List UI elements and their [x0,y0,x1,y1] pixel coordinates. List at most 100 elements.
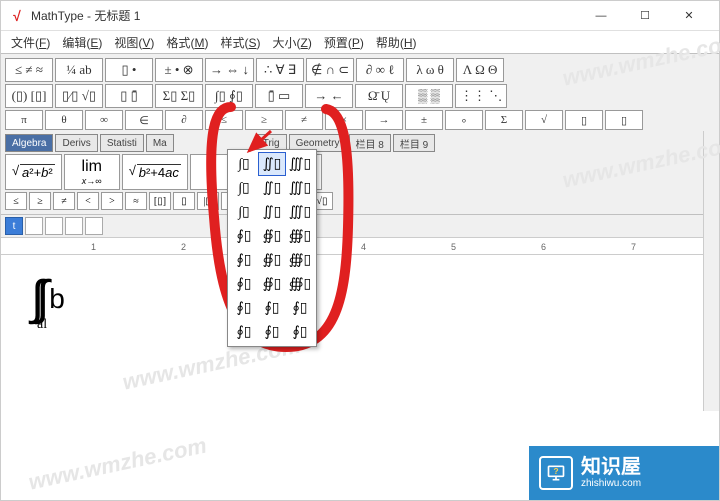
palette-relations[interactable]: ≤ ≠ ≈ [5,58,53,82]
tpl-quadratic[interactable]: b²+4ac [122,154,188,190]
int-opt[interactable]: ∫▯ [230,176,258,200]
minimize-button[interactable]: — [579,2,623,30]
menu-preferences[interactable]: 预置(P) [318,32,370,53]
int-opt[interactable]: ∮▯ [258,320,286,344]
style-text-button[interactable]: t [5,217,23,235]
sym-times[interactable]: × [325,110,363,130]
mini-ge[interactable]: ≥ [29,192,51,210]
palette-operators[interactable]: ± • ⊗ [155,58,203,82]
int-opt[interactable]: ∯▯ [258,248,286,272]
palette-scripts[interactable]: ▯ ▯̄ [105,84,153,108]
style-btn-4[interactable] [65,217,83,235]
int-opt[interactable]: ∮▯ [230,296,258,320]
palette-boxes[interactable]: ⋮⋮ ⋱ [455,84,507,108]
int-opt-selected[interactable]: ∬▯ [258,152,286,176]
palette-labeled-arrows[interactable]: → ← [305,84,353,108]
int-opt[interactable]: ∮▯ [230,224,258,248]
int-opt[interactable]: ∬▯ [258,176,286,200]
int-opt[interactable]: ∮▯ [230,248,258,272]
int-opt[interactable]: ∬▯ [258,200,286,224]
sym-sigma[interactable]: Σ [485,110,523,130]
int-opt[interactable]: ∰▯ [286,272,314,296]
int-opt[interactable]: ∮▯ [230,320,258,344]
mini-abs[interactable]: |▯| [197,192,219,210]
int-opt[interactable]: ∮▯ [230,272,258,296]
mini-lt[interactable]: < [77,192,99,210]
sym-theta[interactable]: θ [45,110,83,130]
int-opt[interactable]: ∫▯ [230,200,258,224]
sym-pm[interactable]: ± [405,110,443,130]
sym-sqrt[interactable]: √ [525,110,563,130]
tab-col8[interactable]: 栏目 8 [349,134,391,152]
int-opt[interactable]: ∯▯ [258,224,286,248]
maximize-button[interactable]: ☐ [623,2,667,30]
palette-set[interactable]: ∉ ∩ ⊂ [306,58,354,82]
mini-ne[interactable]: ≠ [53,192,75,210]
tab-derivs[interactable]: Derivs [55,134,97,152]
int-opt[interactable]: ∰▯ [286,248,314,272]
tab-statistics[interactable]: Statisti [100,134,144,152]
palette-fences[interactable]: (▯) [▯] [5,84,53,108]
palette-sums[interactable]: Σ▯ Σ▯ [155,84,203,108]
palette-arrows[interactable]: → ⇔ ↓ [205,58,254,82]
tab-matrices[interactable]: Ma [146,134,174,152]
palette-logic[interactable]: ∴ ∀ ∃ [256,58,304,82]
int-opt[interactable]: ∮▯ [286,320,314,344]
palette-matrices[interactable]: ▒ ▒ [405,84,453,108]
mini-bracket[interactable]: [▯] [149,192,171,210]
palette-fractions[interactable]: ▯⁄▯ √▯ [55,84,103,108]
equation-canvas[interactable]: ∫∫ b al [1,255,719,475]
tpl-pythag[interactable]: a²+b² [5,154,62,190]
sym-pi[interactable]: π [5,110,43,130]
palette-bars[interactable]: ▯̄ ▭ [255,84,303,108]
palette-greek-lower[interactable]: λ ω θ [406,58,454,82]
menu-view[interactable]: 视图(V) [108,32,160,53]
sym-circ[interactable]: ∘ [445,110,483,130]
sym-le[interactable]: ≤ [205,110,243,130]
int-opt[interactable]: ∫▯ [230,152,258,176]
ruler-mark: 1 [91,242,96,252]
mini-le[interactable]: ≤ [5,192,27,210]
tab-algebra[interactable]: Algebra [5,134,53,152]
int-opt[interactable]: ∰▯ [286,224,314,248]
sym-ne[interactable]: ≠ [285,110,323,130]
menu-help[interactable]: 帮助(H) [370,32,423,53]
mini-approx[interactable]: ≈ [125,192,147,210]
menu-size[interactable]: 大小(Z) [266,32,317,53]
palette-products[interactable]: Ω̄ Ų [355,84,403,108]
vertical-scrollbar[interactable] [703,131,719,411]
integral-template-dropdown[interactable]: ∫▯∬▯∭▯ ∫▯∬▯∭▯ ∫▯∬▯∭▯ ∮▯∯▯∰▯ ∮▯∯▯∰▯ ∮▯∯▯∰… [227,149,317,347]
sym-blank1[interactable]: ▯ [565,110,603,130]
palette-embellish[interactable]: ▯ • [105,58,153,82]
int-opt[interactable]: ∯▯ [258,272,286,296]
sym-ge[interactable]: ≥ [245,110,283,130]
int-opt[interactable]: ∮▯ [286,296,314,320]
palette-greek-upper[interactable]: Λ Ω Θ [456,58,504,82]
menu-file[interactable]: 文件(F) [5,32,56,53]
menu-edit[interactable]: 编辑(E) [56,32,108,53]
palette-integrals[interactable]: ∫▯ ∮▯ [205,84,253,108]
style-btn-3[interactable] [45,217,63,235]
close-button[interactable]: ✕ [667,2,711,30]
palette-misc[interactable]: ∂ ∞ ℓ [356,58,404,82]
ruler[interactable]: 1 2 3 4 5 6 7 [1,237,719,255]
menu-format[interactable]: 格式(M) [160,32,214,53]
style-btn-5[interactable] [85,217,103,235]
sym-blank2[interactable]: ▯ [605,110,643,130]
sym-partial[interactable]: ∂ [165,110,203,130]
mini-box[interactable]: ▯ [173,192,195,210]
style-btn-2[interactable] [25,217,43,235]
sym-in[interactable]: ∈ [125,110,163,130]
tpl-limit[interactable]: limx→∞ [64,154,120,190]
menu-style[interactable]: 样式(S) [214,32,266,53]
mini-gt[interactable]: > [101,192,123,210]
int-opt[interactable]: ∮▯ [258,296,286,320]
palette-spaces[interactable]: ¼ ab [55,58,103,82]
int-opt[interactable]: ∭▯ [286,200,314,224]
tab-col9[interactable]: 栏目 9 [393,134,435,152]
int-opt[interactable]: ∭▯ [286,152,314,176]
int-opt[interactable]: ∭▯ [286,176,314,200]
equation[interactable]: ∫∫ b [31,275,689,323]
sym-arrow[interactable]: → [365,110,403,130]
sym-infinity[interactable]: ∞ [85,110,123,130]
